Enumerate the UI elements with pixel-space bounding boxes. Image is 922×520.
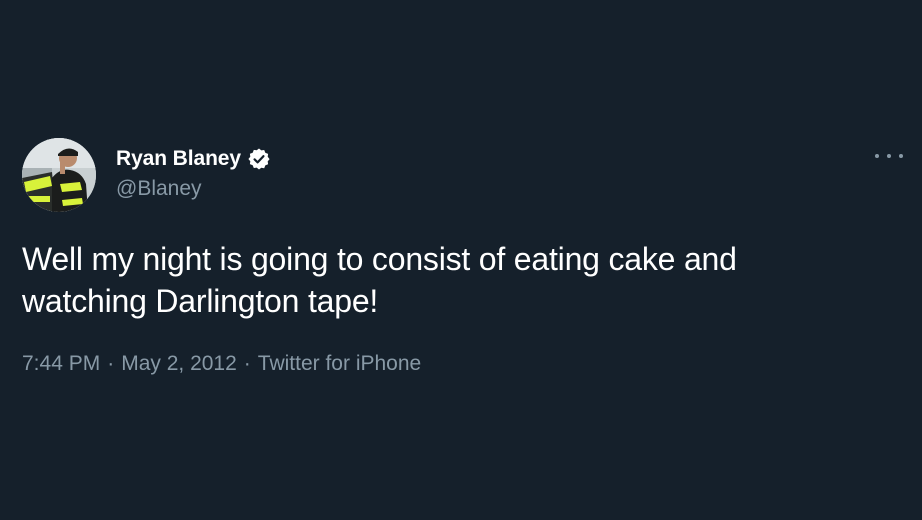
meta-separator: ·: [243, 352, 251, 375]
more-dot: [887, 154, 891, 158]
more-horizontal-icon[interactable]: [875, 148, 903, 164]
tweet-card: Ryan Blaney @Blaney Well my night is goi…: [0, 0, 922, 520]
avatar-image: [22, 138, 96, 212]
verified-badge-icon: [247, 147, 271, 171]
avatar[interactable]: [22, 138, 96, 212]
tweet-meta: 7:44 PM · May 2, 2012 · Twitter for iPho…: [22, 352, 421, 376]
tweet-text: Well my night is going to consist of eat…: [22, 241, 737, 319]
display-name[interactable]: Ryan Blaney: [116, 147, 241, 171]
more-dot: [899, 154, 903, 158]
user-handle[interactable]: @Blaney: [116, 177, 202, 201]
tweet-time[interactable]: 7:44 PM: [22, 352, 100, 376]
more-dot: [875, 154, 879, 158]
tweet-source[interactable]: Twitter for iPhone: [258, 352, 421, 376]
meta-separator: ·: [107, 352, 115, 375]
tweet-date[interactable]: May 2, 2012: [121, 352, 237, 376]
author-name-row: Ryan Blaney: [116, 146, 271, 172]
